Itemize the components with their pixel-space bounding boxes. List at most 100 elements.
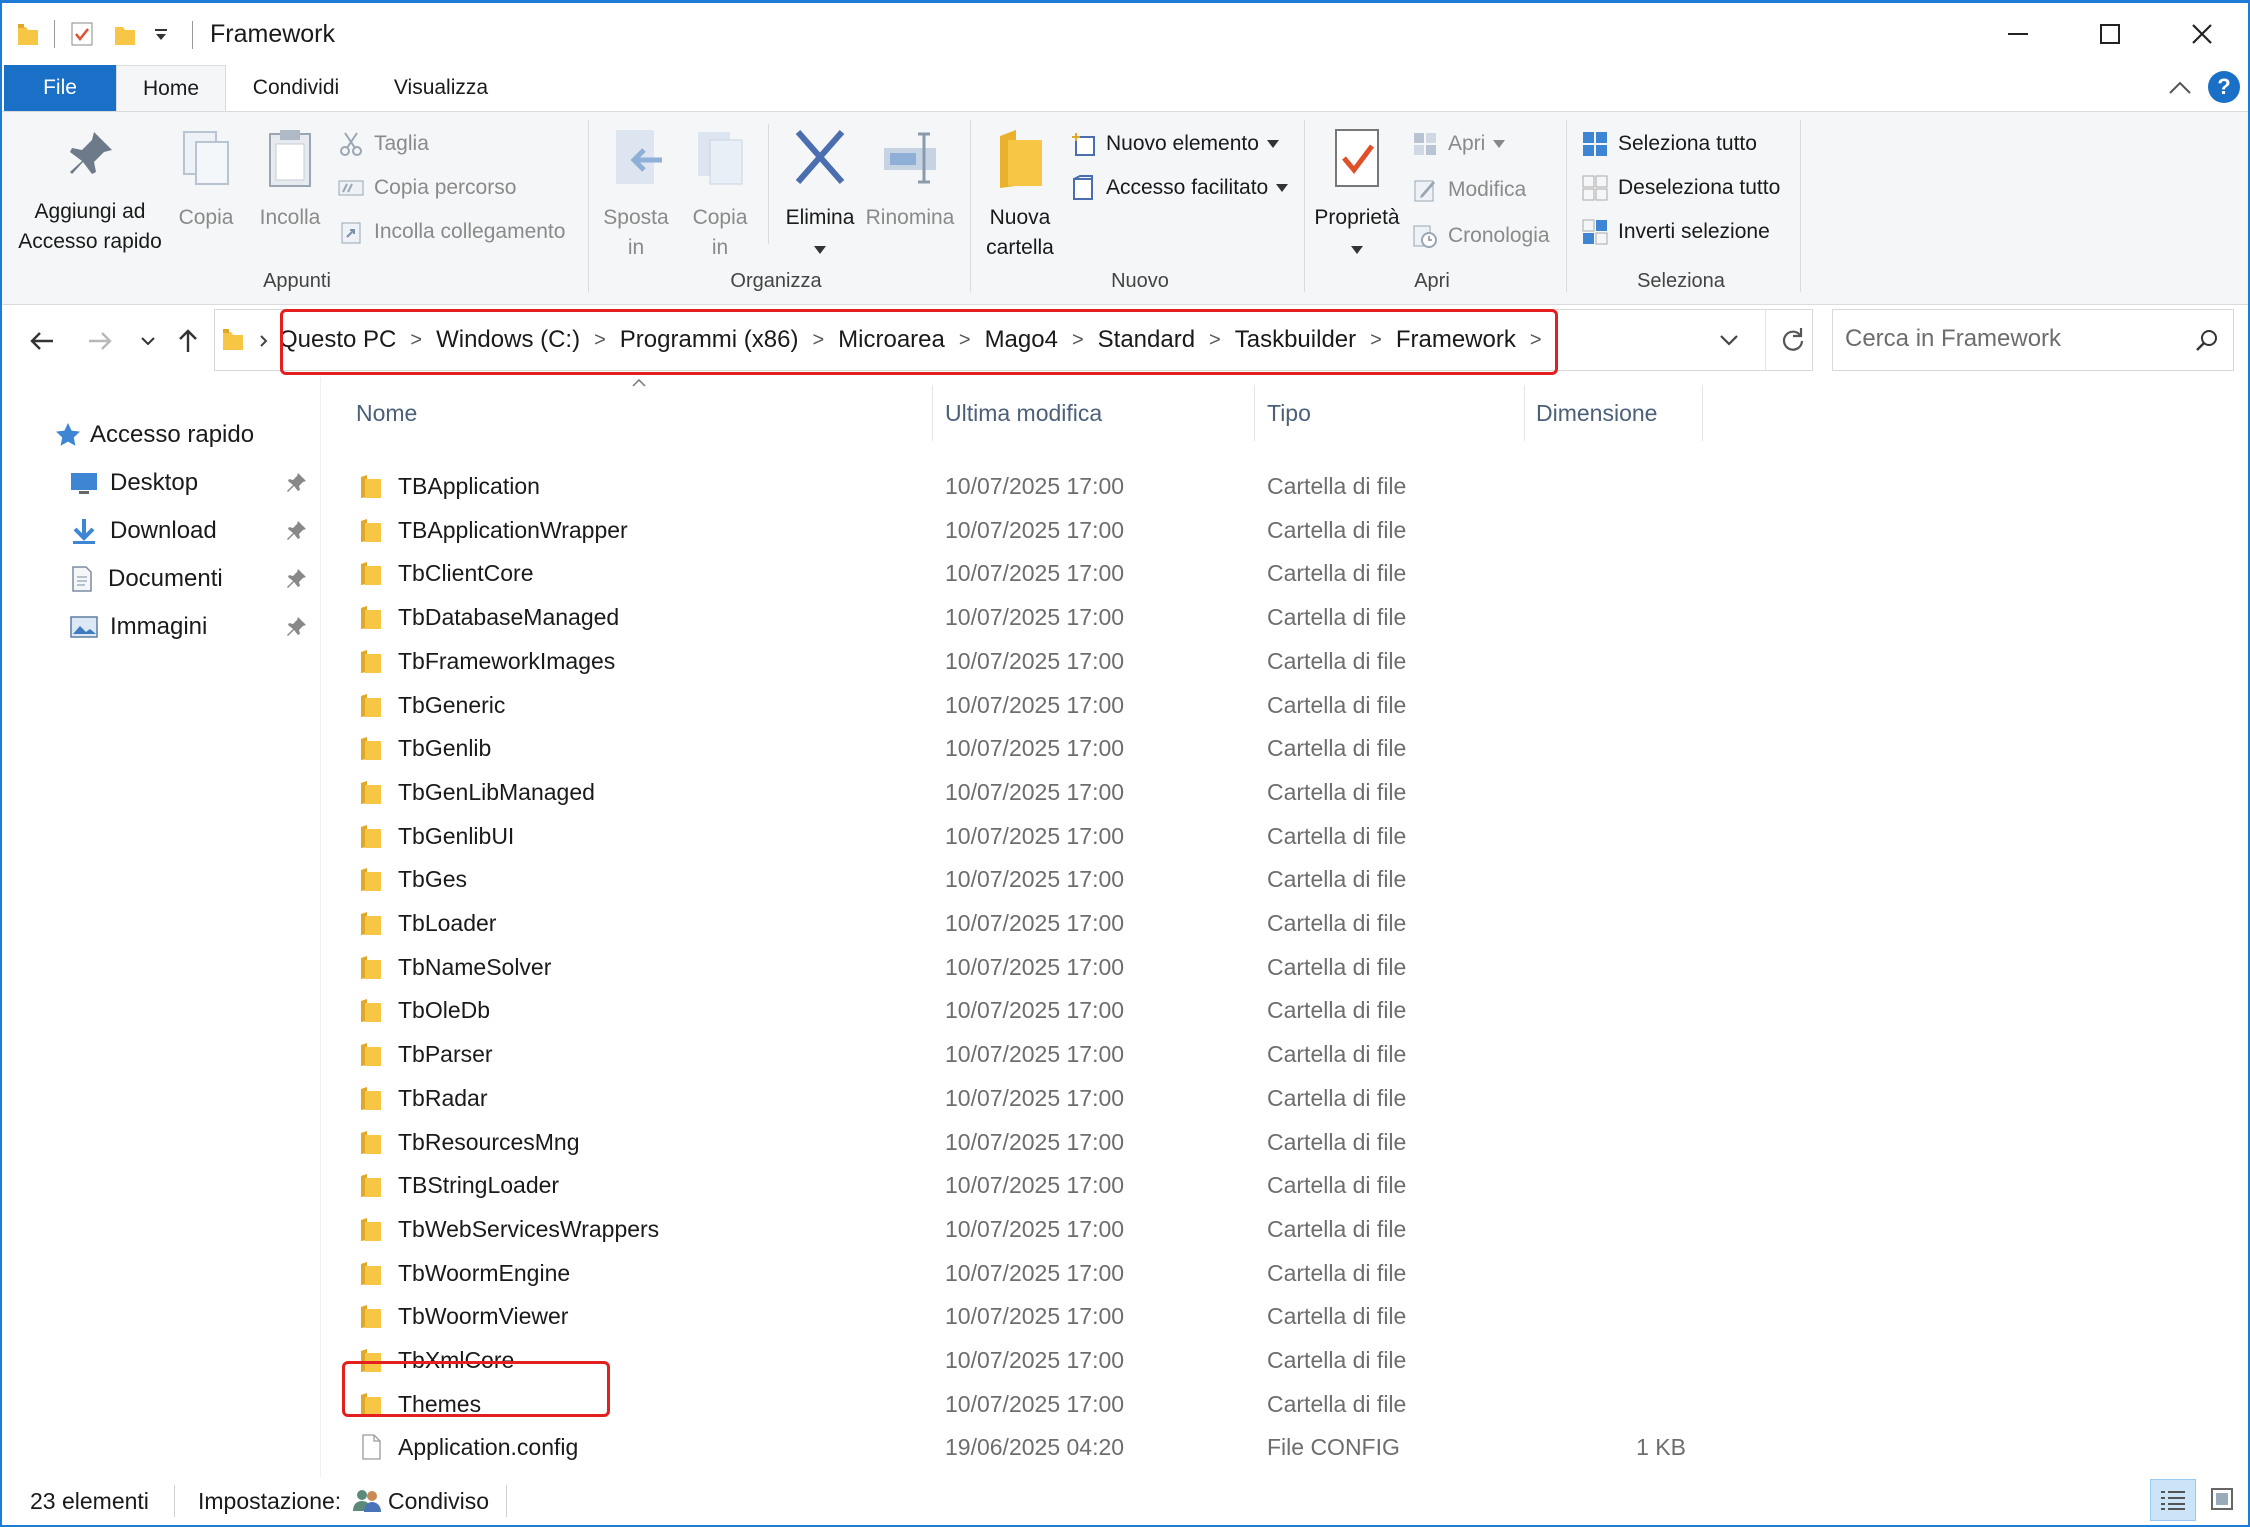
tab-home[interactable]: Home bbox=[116, 65, 226, 112]
file-type: Cartella di file bbox=[1267, 822, 1407, 849]
column-header-name[interactable]: Nome bbox=[356, 391, 417, 435]
file-row[interactable]: TbFrameworkImages 10/07/2025 17:00 Cartell… bbox=[332, 640, 1712, 682]
paste-shortcut-button[interactable]: Incolla collegamento bbox=[338, 216, 565, 248]
cut-button[interactable]: Taglia bbox=[338, 128, 429, 160]
file-row[interactable]: TbGenlib 10/07/2025 17:00 Cartella di file bbox=[332, 727, 1712, 769]
open-button[interactable]: Apri bbox=[1412, 128, 1506, 160]
maximize-button[interactable] bbox=[2064, 3, 2156, 65]
collapse-ribbon-icon[interactable] bbox=[2168, 79, 2192, 95]
window-title: Framework bbox=[210, 20, 336, 48]
minimize-button[interactable] bbox=[1972, 3, 2064, 65]
file-row[interactable]: TbClientCore 10/07/2025 17:00 Cartella di … bbox=[332, 552, 1712, 594]
copy-path-button[interactable]: Copia percorso bbox=[338, 172, 516, 204]
large-icons-view-button[interactable] bbox=[2200, 1479, 2244, 1519]
forward-button[interactable] bbox=[82, 323, 118, 359]
history-label: Cronologia bbox=[1448, 224, 1550, 247]
file-row[interactable]: Application.config 19/06/2025 04:20 File C… bbox=[332, 1426, 1712, 1468]
file-date: 10/07/2025 17:00 bbox=[945, 997, 1125, 1024]
customize-dropdown-icon[interactable] bbox=[153, 26, 169, 42]
folder-icon bbox=[361, 1086, 381, 1110]
search-box[interactable]: Cerca in Framework bbox=[1832, 309, 2234, 371]
file-row[interactable]: TbParser 10/07/2025 17:00 Cartella di file bbox=[332, 1033, 1712, 1075]
column-divider[interactable] bbox=[1524, 385, 1525, 441]
address-history-dropdown-icon[interactable] bbox=[1719, 334, 1739, 346]
invert-selection-button[interactable]: Inverti selezione bbox=[1582, 216, 1770, 248]
nav-item-quick-access[interactable]: Accesso rapido bbox=[54, 415, 254, 455]
file-row[interactable]: TBApplicationWrapper 10/07/2025 17:00 Cart… bbox=[332, 509, 1712, 551]
properties-dropdown-icon[interactable] bbox=[1351, 246, 1363, 254]
pin-quick-access-button[interactable]: Aggiungi ad Accesso rapido bbox=[12, 126, 168, 257]
file-row[interactable]: TbWoormViewer 10/07/2025 17:00 Cartella di… bbox=[332, 1295, 1712, 1337]
copy-to-button[interactable]: Copia in bbox=[682, 126, 758, 263]
delete-dropdown-icon[interactable] bbox=[814, 246, 826, 254]
rename-button[interactable]: Rinomina bbox=[864, 126, 956, 233]
move-to-button[interactable]: Sposta in bbox=[598, 126, 674, 263]
file-row[interactable]: TbLoader 10/07/2025 17:00 Cartella di file bbox=[332, 902, 1712, 944]
file-row[interactable]: TBStringLoader 10/07/2025 17:00 Cartella d… bbox=[332, 1164, 1712, 1206]
file-type: Cartella di file bbox=[1267, 647, 1407, 674]
rename-label: Rinomina bbox=[865, 206, 955, 229]
column-divider[interactable] bbox=[932, 385, 933, 441]
pin-icon[interactable] bbox=[284, 471, 308, 495]
new-folder-icon[interactable] bbox=[113, 21, 137, 47]
ribbon-home: Aggiungi ad Accesso rapido Copia Incolla… bbox=[2, 111, 2248, 305]
desktop-icon bbox=[71, 473, 97, 494]
file-name: TbResourcesMng bbox=[398, 1128, 580, 1155]
nav-item-pictures[interactable]: Immagini bbox=[70, 607, 207, 647]
select-none-icon bbox=[1582, 175, 1608, 201]
folder-icon bbox=[18, 24, 38, 45]
folder-icon bbox=[361, 955, 381, 979]
delete-button[interactable]: Elimina bbox=[776, 126, 864, 263]
tab-file[interactable]: File bbox=[4, 65, 116, 111]
up-button[interactable] bbox=[170, 323, 206, 359]
paste-shortcut-icon bbox=[338, 219, 364, 245]
nav-item-desktop[interactable]: Desktop bbox=[70, 463, 198, 503]
tab-share[interactable]: Condividi bbox=[236, 65, 356, 111]
select-all-button[interactable]: Seleziona tutto bbox=[1582, 128, 1757, 160]
file-row[interactable]: TbGeneric 10/07/2025 17:00 Cartella di fil… bbox=[332, 684, 1712, 726]
file-row[interactable]: TbRadar 10/07/2025 17:00 Cartella di file bbox=[332, 1077, 1712, 1119]
file-row[interactable]: TbNameSolver 10/07/2025 17:00 Cartella di … bbox=[332, 946, 1712, 988]
edit-button[interactable]: Modifica bbox=[1412, 174, 1526, 206]
file-row[interactable]: TbWoormEngine 10/07/2025 17:00 Cartella di… bbox=[332, 1252, 1712, 1294]
select-none-button[interactable]: Deseleziona tutto bbox=[1582, 172, 1780, 204]
file-row[interactable]: TbGes 10/07/2025 17:00 Cartella di file bbox=[332, 858, 1712, 900]
folder-icon bbox=[1000, 130, 1042, 188]
details-view-button[interactable] bbox=[2150, 1479, 2196, 1521]
copy-button[interactable]: Copia bbox=[170, 126, 242, 233]
tab-view[interactable]: Visualizza bbox=[380, 65, 502, 111]
new-folder-button[interactable]: Nuova cartella bbox=[978, 126, 1062, 263]
column-header-type[interactable]: Tipo bbox=[1267, 391, 1311, 435]
column-header-modified[interactable]: Ultima modifica bbox=[945, 391, 1102, 435]
back-button[interactable] bbox=[24, 323, 60, 359]
file-row[interactable]: TbDatabaseManaged 10/07/2025 17:00 Cartell… bbox=[332, 596, 1712, 638]
file-row[interactable]: TbGenlibUI 10/07/2025 17:00 Cartella di fi… bbox=[332, 815, 1712, 857]
pin-icon[interactable] bbox=[284, 615, 308, 639]
nav-item-download[interactable]: Download bbox=[70, 511, 217, 551]
file-row[interactable]: TBApplication 10/07/2025 17:00 Cartella di… bbox=[332, 465, 1712, 507]
column-divider[interactable] bbox=[1254, 385, 1255, 441]
paste-button[interactable]: Incolla bbox=[252, 126, 328, 233]
column-header-size[interactable]: Dimensione bbox=[1536, 391, 1657, 435]
properties-button[interactable]: Proprietà bbox=[1310, 126, 1404, 263]
file-row[interactable]: TbResourcesMng 10/07/2025 17:00 Cartella d… bbox=[332, 1121, 1712, 1163]
file-row[interactable]: TbWebServicesWrappers 10/07/2025 17:00 Car… bbox=[332, 1208, 1712, 1250]
properties-icon[interactable] bbox=[69, 20, 95, 48]
help-icon[interactable]: ? bbox=[2208, 71, 2240, 103]
refresh-icon[interactable] bbox=[1779, 326, 1805, 354]
file-row[interactable]: TbOleDb 10/07/2025 17:00 Cartella di file bbox=[332, 989, 1712, 1031]
easy-access-button[interactable]: Accesso facilitato bbox=[1070, 172, 1289, 204]
recent-locations-button[interactable] bbox=[130, 323, 166, 359]
file-row[interactable]: TbGenLibManaged 10/07/2025 17:00 Cartella … bbox=[332, 771, 1712, 813]
nav-item-documents[interactable]: Documenti bbox=[70, 559, 223, 599]
column-divider[interactable] bbox=[1702, 385, 1703, 441]
close-button[interactable] bbox=[2156, 3, 2248, 65]
history-button[interactable]: Cronologia bbox=[1412, 220, 1550, 252]
pin-icon[interactable] bbox=[284, 567, 308, 591]
file-name: TBApplicationWrapper bbox=[398, 516, 628, 543]
file-date: 10/07/2025 17:00 bbox=[945, 953, 1125, 980]
new-item-button[interactable]: Nuovo elemento bbox=[1070, 128, 1279, 160]
file-size: 1 KB bbox=[1636, 1434, 1686, 1461]
paste-shortcut-label: Incolla collegamento bbox=[374, 220, 566, 243]
pin-icon[interactable] bbox=[284, 519, 308, 543]
